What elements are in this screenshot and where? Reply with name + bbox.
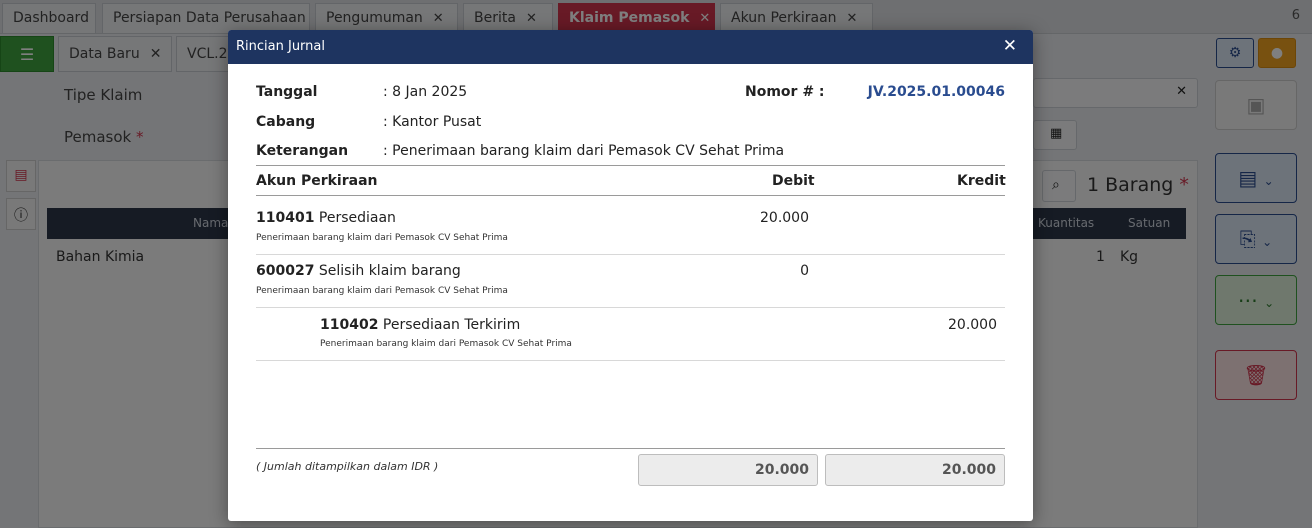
currency-note: ( Jumlah ditampilkan dalam IDR )	[256, 460, 439, 473]
account-name: Selisih klaim barang	[318, 263, 461, 279]
total-kredit: 20.000	[825, 454, 1005, 486]
col-akun-perkiraan: Akun Perkiraan	[256, 173, 378, 189]
col-debit: Debit	[772, 173, 815, 189]
keterangan-value: : Penerimaan barang klaim dari Pemasok C…	[383, 143, 785, 159]
total-debit: 20.000	[638, 454, 818, 486]
cabang-value: : Kantor Pusat	[383, 114, 482, 130]
account-code: 600027	[256, 263, 315, 279]
entry-description: Penerimaan barang klaim dari Pemasok CV …	[256, 233, 508, 243]
divider	[256, 195, 1005, 196]
account: 110402 Persediaan Terkirim	[320, 317, 520, 333]
modal-header: Rincian Jurnal ✕	[228, 30, 1033, 64]
account-name: Persediaan	[318, 210, 396, 226]
tanggal-label: Tanggal	[256, 84, 318, 100]
journal-number[interactable]: JV.2025.01.00046	[868, 84, 1005, 100]
divider	[256, 360, 1005, 361]
journal-detail-modal: Rincian Jurnal ✕ Tanggal : 8 Jan 2025 Ca…	[228, 30, 1033, 521]
nomor-label: Nomor # :	[745, 84, 825, 100]
account-code: 110401	[256, 210, 315, 226]
cabang-label: Cabang	[256, 114, 316, 130]
divider	[256, 448, 1005, 449]
divider	[256, 254, 1005, 255]
modal-title: Rincian Jurnal	[236, 39, 325, 54]
credit-amount: 20.000	[948, 317, 997, 333]
tanggal-value: : 8 Jan 2025	[383, 84, 468, 100]
keterangan-label: Keterangan	[256, 143, 349, 159]
account: 600027 Selisih klaim barang	[256, 263, 461, 279]
debit-amount: 20.000	[760, 210, 809, 226]
debit-amount: 0	[800, 263, 809, 279]
col-kredit: Kredit	[957, 173, 1006, 189]
account: 110401 Persediaan	[256, 210, 396, 226]
account-code: 110402	[320, 317, 379, 333]
close-icon[interactable]: ✕	[1003, 36, 1017, 56]
divider	[256, 307, 1005, 308]
divider	[256, 165, 1005, 166]
entry-description: Penerimaan barang klaim dari Pemasok CV …	[256, 286, 508, 296]
entry-description: Penerimaan barang klaim dari Pemasok CV …	[320, 339, 572, 349]
account-name: Persediaan Terkirim	[382, 317, 521, 333]
